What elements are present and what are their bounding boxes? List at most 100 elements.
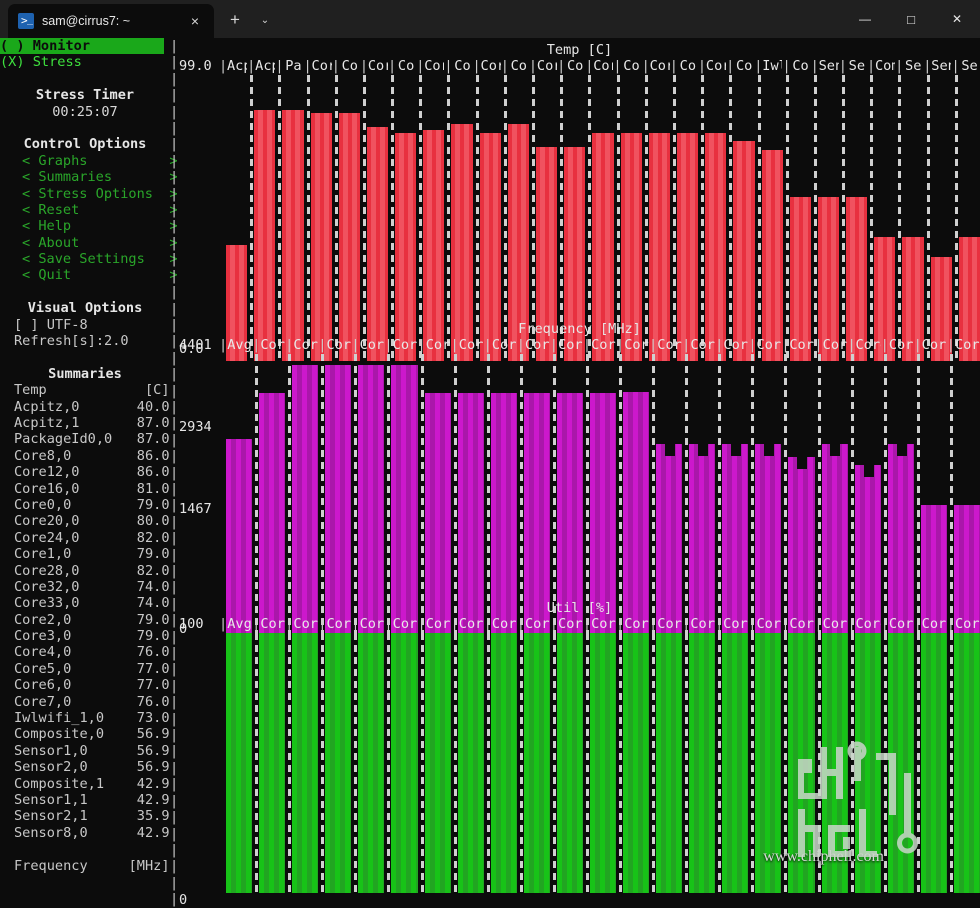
chart-bar-column xyxy=(914,354,947,640)
chart-bar-column xyxy=(351,354,385,640)
chart-gridline xyxy=(616,75,620,361)
chart-bar xyxy=(656,633,683,893)
chart-gridline xyxy=(949,633,953,893)
summary-row: Core2,0 79.0 xyxy=(14,611,170,628)
column-label: Cor xyxy=(458,337,484,353)
chart-column-header: |Cor xyxy=(616,616,649,632)
chart-column-header: |Cor xyxy=(583,337,616,353)
chart-bar-column xyxy=(384,633,418,893)
chart-column-header: | Co xyxy=(444,58,472,74)
axis-max-label: 4401 xyxy=(179,337,212,353)
chart-gridline xyxy=(701,75,705,361)
chart-bar-column xyxy=(867,75,896,361)
chart-bar xyxy=(953,633,980,893)
chart-column-header: |Cor xyxy=(947,337,980,353)
chart-bar-column xyxy=(649,354,683,640)
chart-bar-notch xyxy=(664,443,675,456)
chart-bar xyxy=(556,633,583,893)
close-tab-icon[interactable]: × xyxy=(182,8,208,34)
chart-bar xyxy=(920,633,947,893)
chart-gridline xyxy=(898,75,902,361)
chart-gridline xyxy=(850,354,854,640)
column-separator: | xyxy=(285,616,294,632)
chart-gridline xyxy=(784,354,788,640)
axis-max-label: 99.0 xyxy=(179,58,212,74)
column-label: Se xyxy=(905,58,922,74)
terminal-tab[interactable]: sam@cirrus7: ~ × xyxy=(8,4,214,38)
terminal-content: ( ) Monitor (X) Stress Stress Timer 00:25… xyxy=(0,38,980,908)
chart-column-header: |Cor xyxy=(451,616,484,632)
column-separator: | xyxy=(649,616,658,632)
maximize-button[interactable]: □ xyxy=(888,0,934,38)
chart-column-header: |Cor xyxy=(814,337,847,353)
control-option-7[interactable]: < Quit > xyxy=(0,267,178,283)
column-label: Cor xyxy=(326,616,352,632)
control-option-4[interactable]: < Help > xyxy=(0,218,178,234)
axis-tick-label: 1467 xyxy=(179,501,212,517)
new-tab-icon[interactable]: + xyxy=(220,5,250,35)
summary-row: Core8,0 86.0 xyxy=(14,447,170,464)
column-separator: | xyxy=(285,337,294,353)
control-option-3[interactable]: < Reset > xyxy=(0,202,178,218)
chart-column-header: |Cor xyxy=(682,337,715,353)
chart-bar xyxy=(292,633,319,893)
chart-bar-column xyxy=(219,354,253,640)
column-label: Cor xyxy=(649,58,670,74)
control-option-1[interactable]: < Summaries > xyxy=(0,169,178,185)
column-label: Sen xyxy=(931,58,951,74)
chart-bar-column xyxy=(815,354,848,640)
control-option-2[interactable]: < Stress Options > xyxy=(0,186,178,202)
chart-bar-column xyxy=(484,354,517,640)
column-separator: | xyxy=(781,616,790,632)
sidebar-divider: | | | | | | | | | | | | | | | | | | | | … xyxy=(170,38,179,908)
chart-gridline xyxy=(552,633,556,893)
chart-gridline xyxy=(486,633,490,893)
column-separator: | xyxy=(472,58,481,74)
chart-gridline xyxy=(519,633,523,893)
close-button[interactable]: ✕ xyxy=(934,0,980,38)
column-separator: | xyxy=(219,616,228,632)
control-option-6[interactable]: < Save Settings > xyxy=(0,251,178,267)
chart-gridline xyxy=(644,75,648,361)
control-option-0[interactable]: < Graphs > xyxy=(0,153,178,169)
chart-bar-column xyxy=(585,75,614,361)
column-separator: | xyxy=(715,616,724,632)
column-label: Core xyxy=(789,616,814,632)
chart-bar xyxy=(887,633,914,893)
sidebar-mode-stress[interactable]: (X) Stress xyxy=(0,54,164,70)
sidebar-mode-monitor[interactable]: ( ) Monitor xyxy=(0,38,164,55)
control-option-5[interactable]: < About > xyxy=(0,235,178,251)
chart-bar-column xyxy=(416,75,445,361)
chart-bar xyxy=(226,633,253,893)
chart-gridline xyxy=(817,354,821,640)
column-separator: | xyxy=(814,616,823,632)
chart-bar-column xyxy=(881,354,914,640)
column-separator: | xyxy=(483,616,492,632)
column-label: Cor xyxy=(260,616,285,632)
column-label: Cor xyxy=(657,337,682,353)
column-label: Cor xyxy=(359,616,385,632)
chart-gridline xyxy=(685,354,689,640)
column-label: Avg xyxy=(227,616,252,632)
chart-gridline xyxy=(447,75,451,361)
column-separator: | xyxy=(880,337,889,353)
chart-column-header: |Core xyxy=(847,616,880,632)
column-label: Cor xyxy=(690,337,715,353)
chart-column-header: |Cor xyxy=(642,58,670,74)
refresh-interval[interactable]: Refresh[s]:2.0 xyxy=(0,333,170,349)
chart-bar-column xyxy=(360,75,389,361)
chart-column-header: |Cor xyxy=(585,58,613,74)
chart-gridline xyxy=(255,633,259,893)
column-label: Core xyxy=(855,616,881,632)
utf8-checkbox[interactable]: [ ] UTF-8 xyxy=(0,317,170,333)
chart-bar xyxy=(623,633,650,893)
chevron-down-icon[interactable]: ⌄ xyxy=(252,5,278,35)
column-separator: | xyxy=(318,616,327,632)
column-label: Cor xyxy=(888,337,914,353)
chart-bar-column xyxy=(698,75,727,361)
chart-gridline xyxy=(453,633,457,893)
minimize-button[interactable]: — xyxy=(842,0,888,38)
chart-plot xyxy=(219,354,980,640)
chart-bar xyxy=(490,633,517,893)
column-label: Cor xyxy=(756,616,782,632)
